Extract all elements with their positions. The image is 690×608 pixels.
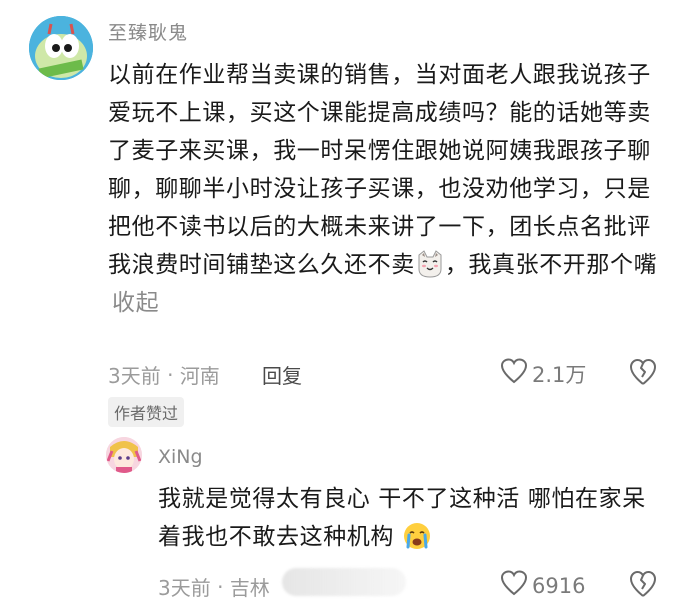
reply-username[interactable]: XiNg xyxy=(158,446,203,468)
username[interactable]: 至臻耿鬼 xyxy=(108,18,188,45)
author-liked-badge: 作者赞过 xyxy=(108,397,185,427)
reply-avatar[interactable] xyxy=(106,437,142,473)
comment-time: 3天前 xyxy=(108,364,161,388)
like-button[interactable]: 2.1万 xyxy=(500,358,586,389)
comment-location: 河南 xyxy=(179,364,220,388)
comment-text-tail: ，我真张不开那个嘴 xyxy=(444,252,658,278)
reply-location: 吉林 xyxy=(229,576,270,600)
reply-time: 3天前 xyxy=(158,576,211,600)
watermark-overlay xyxy=(282,568,406,596)
reply-meta: 3天前 · 吉林 xyxy=(158,572,270,601)
cat-emoji-icon xyxy=(415,249,445,279)
comment-meta: 3天前 · 河南 xyxy=(108,360,220,389)
comment-body: 以前在作业帮当卖课的销售，当对面老人跟我说孩子爱玩不上课，买这个课能提高成绩吗？… xyxy=(108,56,668,322)
dislike-button[interactable] xyxy=(628,358,658,390)
heart-outline-icon xyxy=(500,570,528,601)
meta-separator: · xyxy=(210,574,230,599)
avatar[interactable] xyxy=(29,16,93,80)
reply-button[interactable]: 回复 xyxy=(262,360,302,389)
collapse-link[interactable]: 收起 xyxy=(112,290,159,316)
crying-emoji-icon xyxy=(402,521,432,551)
broken-heart-icon xyxy=(628,359,658,390)
broken-heart-icon xyxy=(628,571,658,602)
reply-dislike-button[interactable] xyxy=(628,570,658,602)
like-count: 2.1万 xyxy=(532,362,587,387)
reply-like-button[interactable]: 6916 xyxy=(500,570,585,601)
reply-like-count: 6916 xyxy=(532,573,586,598)
comment-thread: 至臻耿鬼 以前在作业帮当卖课的销售，当对面老人跟我说孩子爱玩不上课，买这个课能提… xyxy=(0,0,690,608)
heart-outline-icon xyxy=(500,358,528,389)
meta-separator: · xyxy=(160,362,180,387)
comment-text: 以前在作业帮当卖课的销售，当对面老人跟我说孩子爱玩不上课，买这个课能提高成绩吗？… xyxy=(108,62,651,278)
reply-body: 我就是觉得太有良心 干不了这种活 哪怕在家呆着我也不敢去这种机构 xyxy=(158,480,658,556)
